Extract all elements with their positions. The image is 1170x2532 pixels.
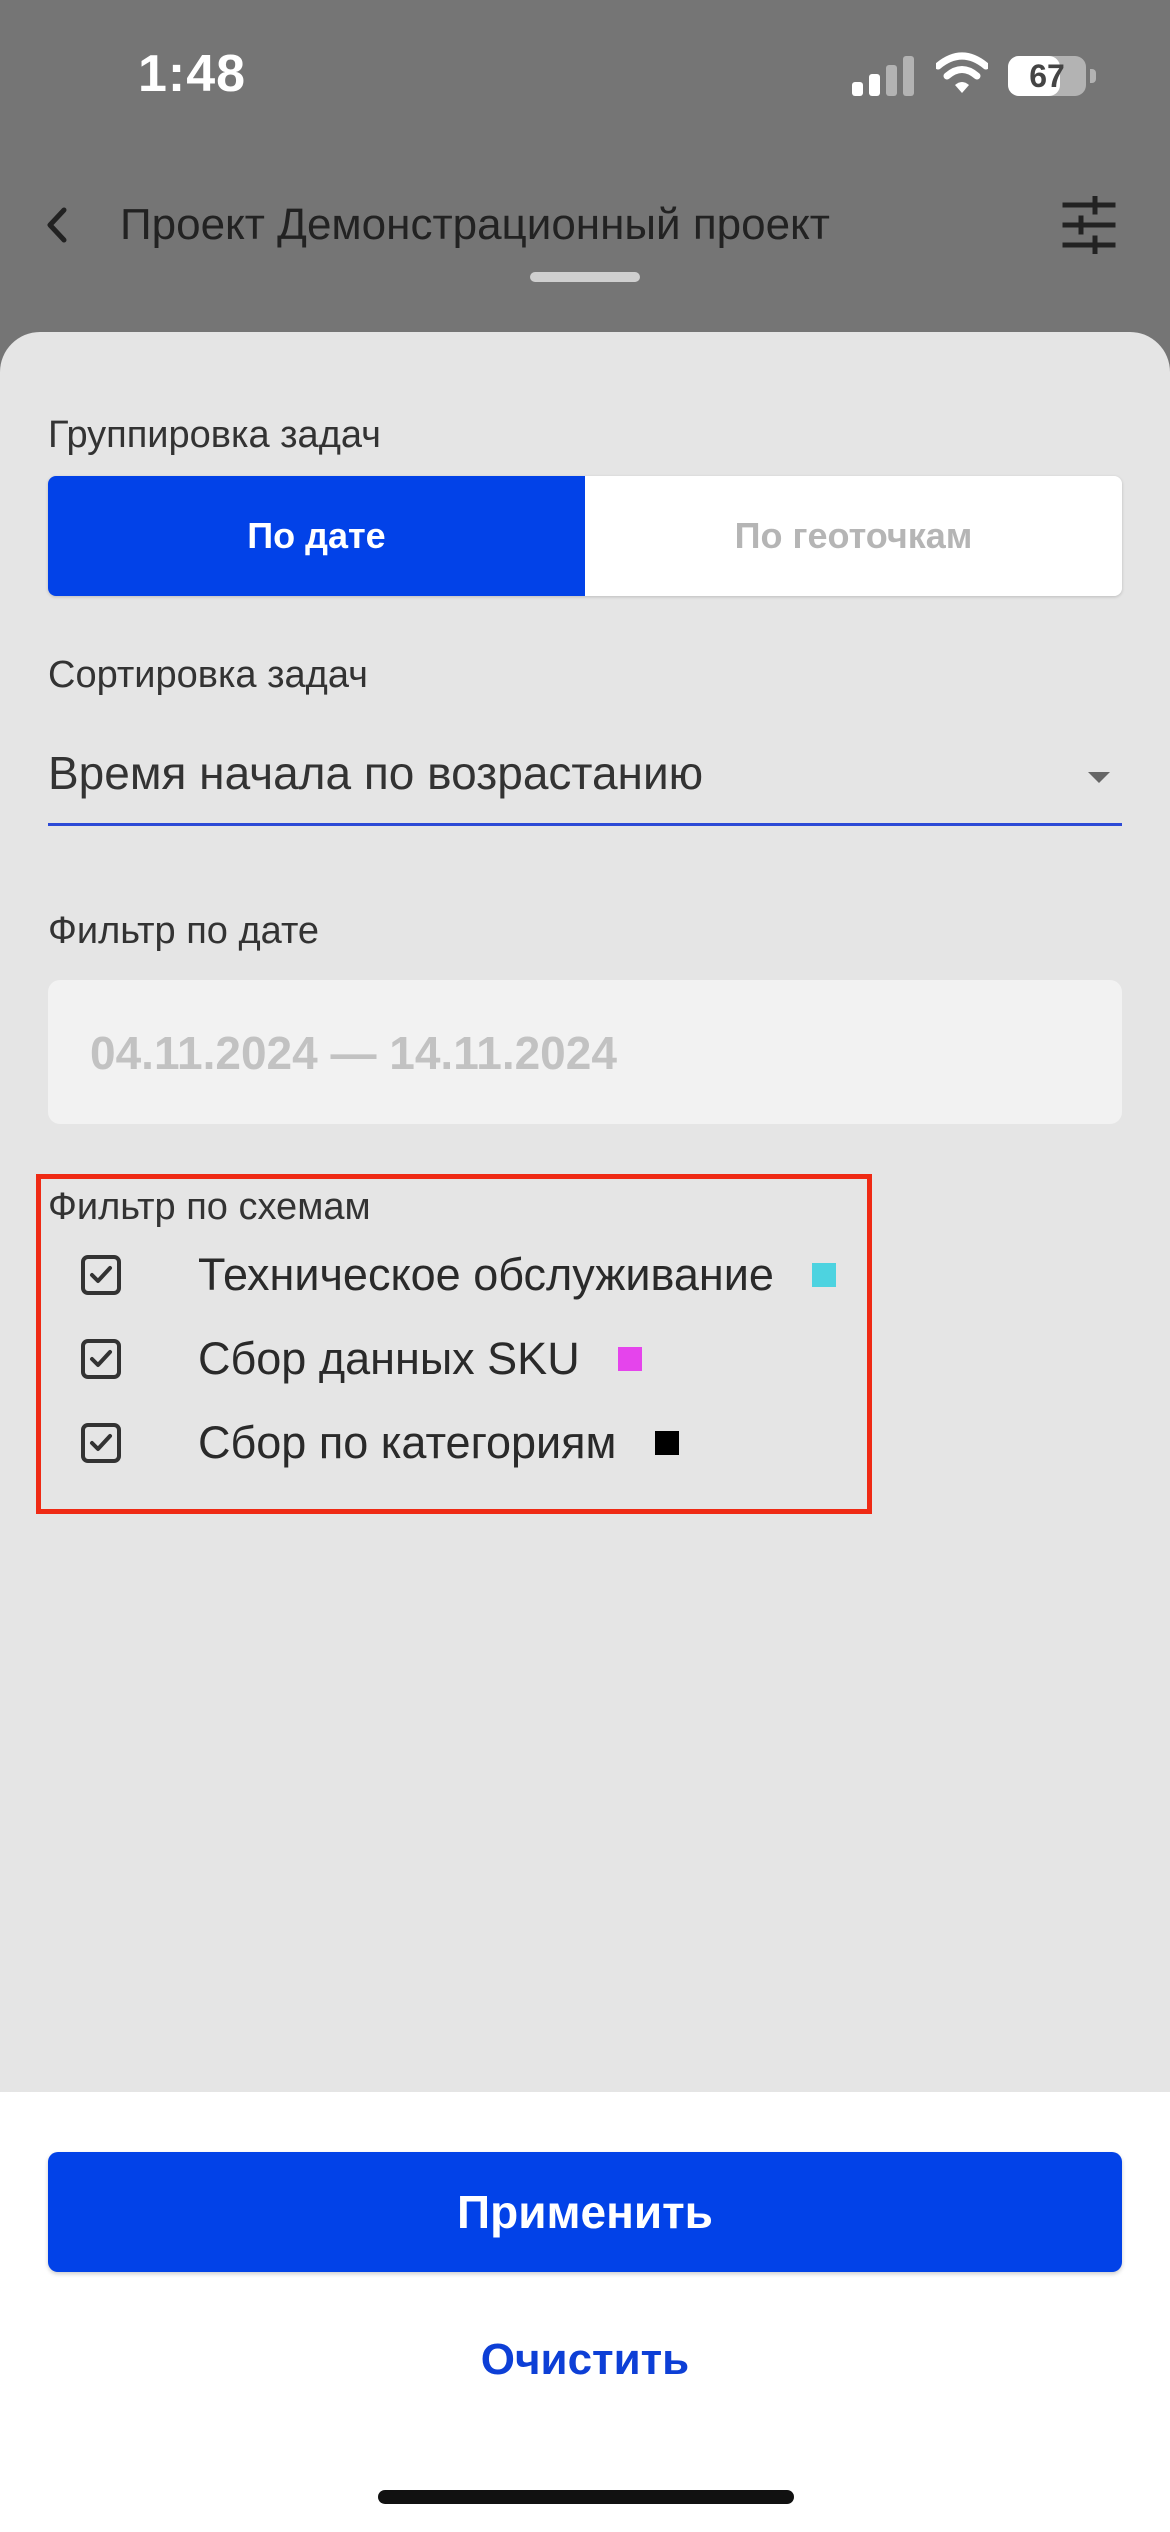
- dropdown-caret-icon: [1088, 772, 1110, 783]
- scheme-color-swatch: [617, 1347, 642, 1371]
- scheme-item-label: Сбор данных SKU: [198, 1333, 580, 1384]
- sliders-icon[interactable]: [1062, 196, 1116, 254]
- grouping-by-geopoints-button[interactable]: По геоточкам: [585, 476, 1122, 596]
- sorting-value: Время начала по возрастанию: [48, 747, 704, 799]
- grouping-label: Группировка задач: [48, 414, 381, 456]
- battery-level: 67: [1029, 58, 1065, 94]
- sheet-grabber[interactable]: [530, 272, 640, 282]
- scheme-item-label: Техническое обслуживание: [198, 1249, 774, 1300]
- scheme-item-sku[interactable]: Сбор данных SKU: [80, 1324, 642, 1394]
- sorting-select[interactable]: Время начала по возрастанию: [48, 736, 1122, 826]
- sorting-label: Сортировка задач: [48, 654, 368, 696]
- scheme-color-swatch: [654, 1431, 679, 1455]
- checkbox-checked-icon[interactable]: [80, 1338, 122, 1380]
- battery-icon: 67: [1008, 56, 1086, 96]
- cellular-signal-icon: [852, 56, 916, 96]
- date-range-field[interactable]: 04.11.2024 — 14.11.2024: [48, 980, 1122, 1124]
- checkbox-checked-icon[interactable]: [80, 1254, 122, 1296]
- scheme-item-label: Сбор по категориям: [198, 1417, 617, 1468]
- scheme-color-swatch: [811, 1263, 836, 1287]
- grouping-by-date-button[interactable]: По дате: [48, 476, 585, 596]
- scheme-item-maintenance[interactable]: Техническое обслуживание: [80, 1240, 836, 1310]
- clear-button[interactable]: Очистить: [385, 2320, 785, 2400]
- battery-tip: [1090, 69, 1096, 83]
- wifi-icon: [936, 52, 988, 93]
- page-title: Проект Демонстрационный проект: [120, 200, 830, 249]
- apply-button[interactable]: Применить: [48, 2152, 1122, 2272]
- scheme-item-categories[interactable]: Сбор по категориям: [80, 1408, 679, 1478]
- status-time: 1:48: [138, 45, 247, 103]
- home-indicator[interactable]: [378, 2490, 794, 2504]
- checkbox-checked-icon[interactable]: [80, 1422, 122, 1464]
- grouping-segmented-control: По дате По геоточкам: [48, 476, 1122, 596]
- screen: 1:48 67 Проект Демонстрационный проект Г…: [0, 0, 1170, 2532]
- chevron-left-icon[interactable]: [40, 200, 76, 250]
- dimmed-header-area: 1:48 67 Проект Демонстрационный проект: [0, 0, 1170, 310]
- date-filter-label: Фильтр по дате: [48, 910, 320, 952]
- date-range-value: 04.11.2024 — 14.11.2024: [90, 1027, 617, 1079]
- scheme-filter-label: Фильтр по схемам: [48, 1186, 371, 1228]
